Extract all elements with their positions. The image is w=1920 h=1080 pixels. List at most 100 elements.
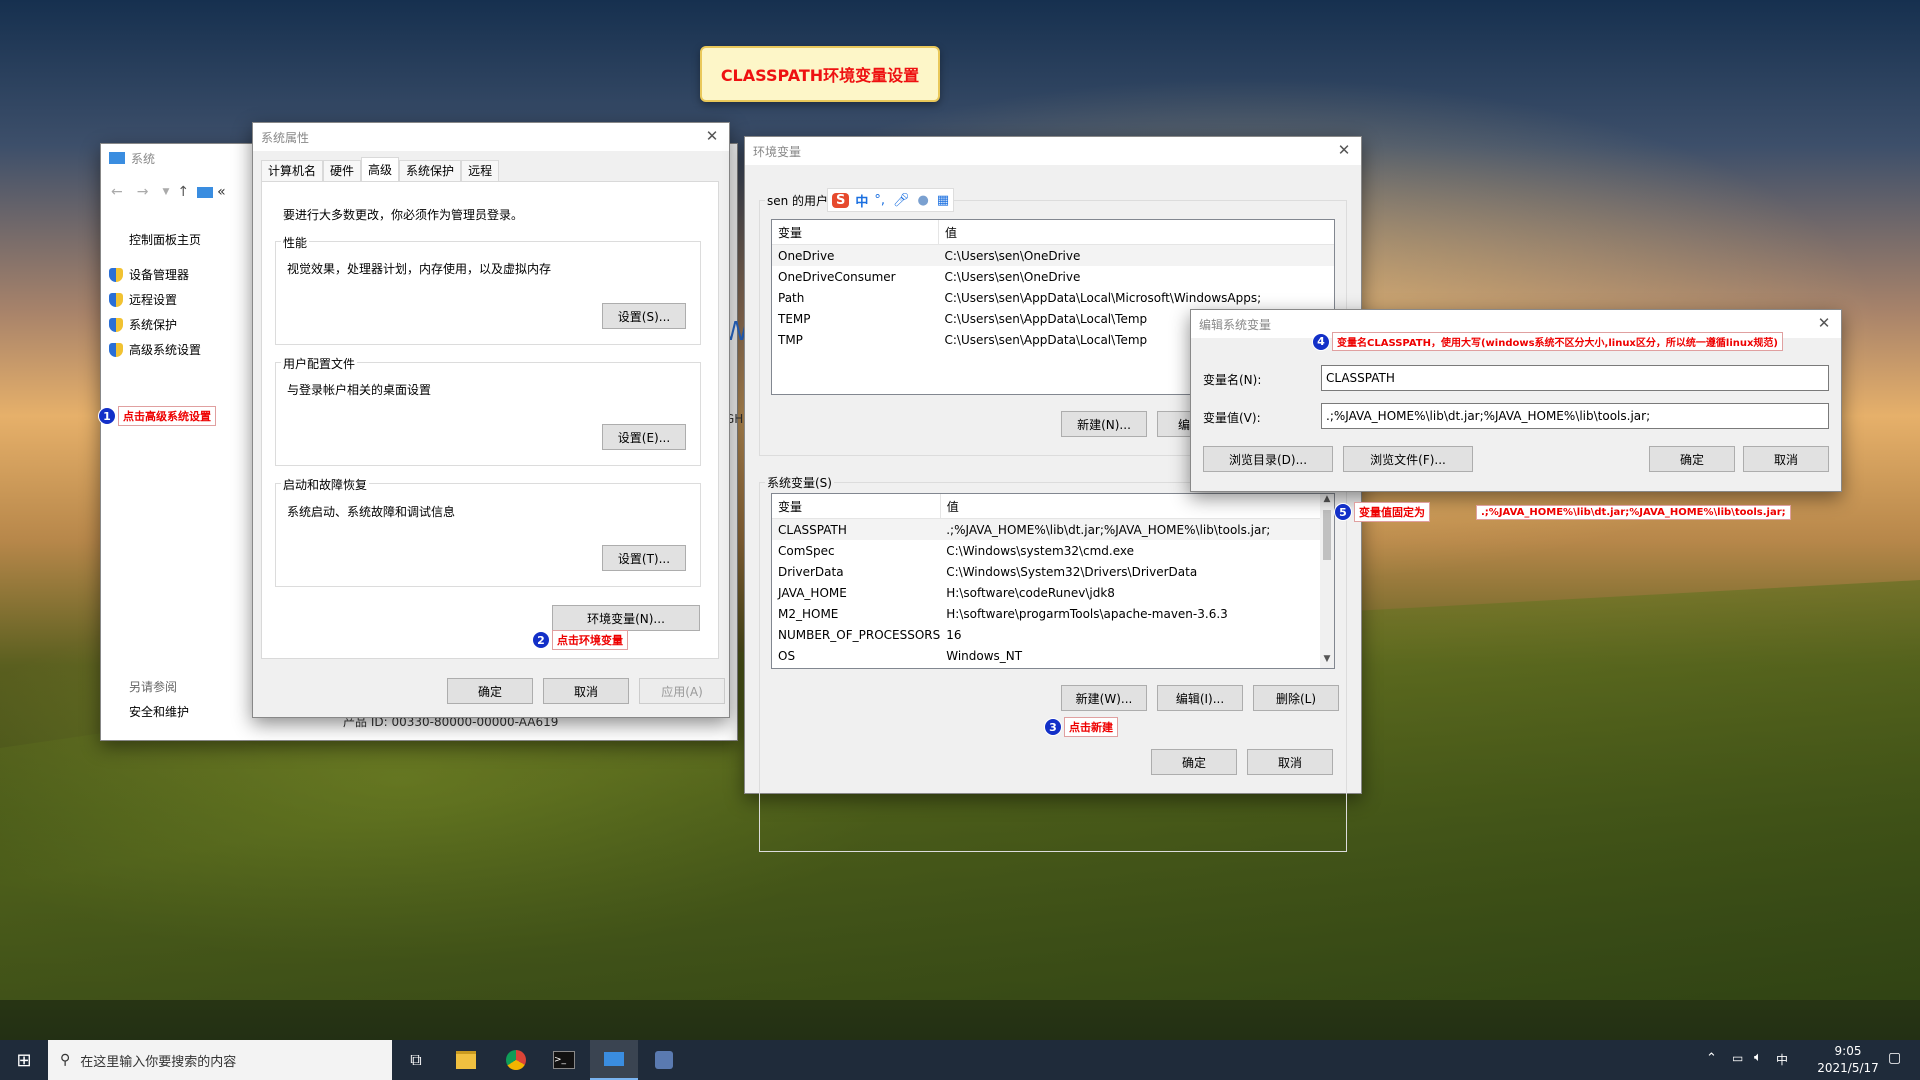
- address-bar-chevron[interactable]: «: [217, 184, 226, 200]
- notification-icon[interactable]: ▢: [1888, 1050, 1901, 1066]
- var-name: ComSpec: [778, 543, 835, 558]
- user-new-button[interactable]: 新建(N)...: [1061, 411, 1147, 437]
- var-name: OS: [778, 648, 796, 663]
- system-properties-dialog: 系统属性 ✕ 计算机名 硬件 高级 系统保护 远程 要进行大多数更改，你必须作为…: [252, 122, 730, 718]
- tab-strip: 计算机名 硬件 高级 系统保护 远程: [261, 157, 500, 182]
- ok-button[interactable]: 确定: [1151, 749, 1237, 775]
- tab-advanced[interactable]: 高级: [361, 157, 400, 182]
- taskbar-search-box[interactable]: ⚲ 在这里输入你要搜索的内容: [48, 1040, 392, 1080]
- volume-icon[interactable]: 🔈︎: [1754, 1050, 1762, 1065]
- close-icon[interactable]: ✕: [1815, 314, 1833, 332]
- browse-file-button[interactable]: 浏览文件(F)...: [1343, 446, 1473, 472]
- system-vars-list[interactable]: 变量值 CLASSPATH .;%JAVA_HOME%\lib\dt.jar;%J…: [771, 493, 1335, 669]
- performance-settings-button[interactable]: 设置(S)...: [602, 303, 686, 329]
- column-header-variable[interactable]: 变量: [772, 220, 939, 245]
- column-header-variable[interactable]: 变量: [772, 494, 941, 519]
- table-row[interactable]: OS Windows_NT: [772, 645, 1322, 666]
- step-number: 4: [1312, 332, 1330, 351]
- scroll-up-icon[interactable]: ▲: [1320, 494, 1334, 508]
- annotation-3: 3 点击新建: [1044, 717, 1118, 737]
- performance-label: 性能: [281, 234, 310, 251]
- table-row[interactable]: M2_HOME H:\software\progarmTools\apache-m…: [772, 603, 1322, 624]
- clock-date[interactable]: 2021/5/17: [1800, 1061, 1896, 1075]
- address-bar-monitor-icon[interactable]: [197, 186, 214, 198]
- network-icon[interactable]: ▭: [1732, 1051, 1743, 1065]
- environment-variables-button[interactable]: 环境变量(N)...: [552, 605, 700, 631]
- var-name: TEMP: [778, 311, 811, 326]
- column-header-value[interactable]: 值: [938, 220, 1334, 245]
- user-profile-settings-button[interactable]: 设置(E)...: [602, 424, 686, 450]
- grid-icon[interactable]: ▦: [937, 193, 949, 208]
- sidebar-item-device-manager[interactable]: 设备管理器: [109, 266, 189, 283]
- system-delete-button[interactable]: 删除(L): [1253, 685, 1339, 711]
- dialog-title: 系统属性: [261, 130, 310, 145]
- system-control-panel-icon[interactable]: [590, 1040, 638, 1080]
- table-row[interactable]: CLASSPATH .;%JAVA_HOME%\lib\dt.jar;%JAVA_…: [772, 518, 1322, 540]
- microphone-icon[interactable]: 🎤︎: [893, 193, 910, 208]
- windows-start-icon[interactable]: ⊞: [0, 1040, 48, 1080]
- table-row[interactable]: DriverData C:\Windows\System32\Drivers\Dr…: [772, 561, 1322, 582]
- var-value: H:\software\codeRunev\jdk8: [946, 585, 1115, 600]
- tab-remote[interactable]: 远程: [461, 160, 500, 181]
- cancel-button[interactable]: 取消: [1247, 749, 1333, 775]
- system-new-button[interactable]: 新建(W)...: [1061, 685, 1147, 711]
- variable-value-field[interactable]: .;%JAVA_HOME%\lib\dt.jar;%JAVA_HOME%\lib…: [1321, 403, 1829, 429]
- chrome-icon[interactable]: [492, 1040, 540, 1080]
- input-language-indicator[interactable]: 中: [1776, 1051, 1788, 1068]
- up-arrow-icon[interactable]: ↑: [177, 184, 189, 200]
- terminal-icon[interactable]: >_: [540, 1040, 588, 1080]
- ime-toolbar: S 中 °, 🎤︎ ● ▦: [827, 188, 955, 212]
- close-icon[interactable]: ✕: [1335, 141, 1353, 159]
- ok-button[interactable]: 确定: [1649, 446, 1735, 472]
- admin-note: 要进行大多数更改，你必须作为管理员登录。: [283, 208, 524, 222]
- tray-chevron-icon[interactable]: ⌃: [1706, 1051, 1717, 1066]
- ok-button[interactable]: 确定: [447, 678, 533, 704]
- cancel-button[interactable]: 取消: [543, 678, 629, 704]
- ime-punctuation[interactable]: °,: [874, 193, 885, 208]
- column-header-value[interactable]: 值: [940, 494, 1322, 519]
- clock-time[interactable]: 9:05: [1818, 1044, 1878, 1058]
- table-row[interactable]: Path C:\Users\sen\AppData\Local\Microsoft…: [772, 287, 1334, 308]
- task-view-icon[interactable]: ⧉: [392, 1040, 440, 1080]
- tab-system-protection[interactable]: 系统保护: [399, 160, 462, 181]
- variable-name-field[interactable]: CLASSPATH: [1321, 365, 1829, 391]
- control-panel-home-link[interactable]: 控制面板主页: [129, 231, 201, 248]
- table-row[interactable]: OneDrive C:\Users\sen\OneDrive: [772, 244, 1334, 266]
- annotation-text: 变量值固定为: [1354, 502, 1430, 522]
- vertical-scrollbar[interactable]: ▲ ▼: [1320, 494, 1334, 668]
- annotation-text: 点击新建: [1064, 717, 1118, 737]
- system-edit-button[interactable]: 编辑(I)...: [1157, 685, 1243, 711]
- dialog-title: 环境变量: [753, 144, 802, 159]
- sidebar-item-protection[interactable]: 系统保护: [109, 316, 177, 333]
- startup-recovery-settings-button[interactable]: 设置(T)...: [602, 545, 686, 571]
- tab-computer-name[interactable]: 计算机名: [261, 160, 324, 181]
- tab-hardware[interactable]: 硬件: [323, 160, 362, 181]
- user-icon[interactable]: ●: [918, 193, 929, 208]
- file-explorer-icon[interactable]: [442, 1040, 490, 1080]
- browse-directory-button[interactable]: 浏览目录(D)...: [1203, 446, 1333, 472]
- ime-chinese-mode[interactable]: 中: [855, 191, 868, 210]
- dropdown-chevron-icon[interactable]: ▼: [162, 187, 169, 197]
- user-profile-label: 用户配置文件: [281, 355, 358, 372]
- system-properties-titlebar: 系统属性: [253, 123, 729, 151]
- table-row[interactable]: JAVA_HOME H:\software\codeRunev\jdk8: [772, 582, 1322, 603]
- sogou-ime-logo[interactable]: S: [832, 192, 850, 208]
- table-row[interactable]: OneDriveConsumer C:\Users\sen\OneDrive: [772, 266, 1334, 287]
- security-maintenance-link[interactable]: 安全和维护: [129, 703, 189, 720]
- forward-arrow-icon[interactable]: →: [137, 184, 149, 200]
- close-icon[interactable]: ✕: [703, 127, 721, 145]
- scroll-thumb[interactable]: [1323, 510, 1331, 560]
- back-arrow-icon[interactable]: ←: [111, 184, 123, 200]
- variable-value-label: 变量值(V):: [1203, 411, 1261, 425]
- var-value: 16: [946, 627, 962, 642]
- annotation-text: 变量名CLASSPATH，使用大写(windows系统不区分大小,linux区分…: [1332, 332, 1784, 351]
- remote-settings-icon[interactable]: [640, 1040, 688, 1080]
- table-row[interactable]: ComSpec C:\Windows\system32\cmd.exe: [772, 540, 1322, 561]
- sidebar-item-advanced[interactable]: 高级系统设置: [109, 341, 201, 358]
- sidebar-item-remote[interactable]: 远程设置: [109, 291, 177, 308]
- env-titlebar: 环境变量: [745, 137, 1361, 165]
- sidebar-item-label: 高级系统设置: [129, 343, 202, 357]
- cancel-button[interactable]: 取消: [1743, 446, 1829, 472]
- scroll-down-icon[interactable]: ▼: [1320, 654, 1334, 668]
- table-row[interactable]: NUMBER_OF_PROCESSORS 16: [772, 624, 1322, 645]
